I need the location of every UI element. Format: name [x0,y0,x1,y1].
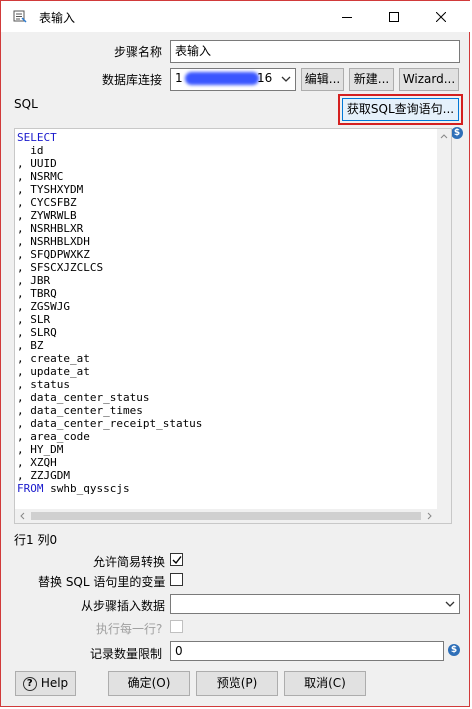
sql-text[interactable]: SELECT id, UUID, NSRMC, TYSHXYDM, CYCSFB… [17,131,202,495]
help-icon: ? [22,676,37,691]
close-button[interactable] [418,1,464,32]
sql-line: id [17,144,44,157]
sql-line: , status [17,378,70,391]
title-bar[interactable]: 表输入 [1,1,471,32]
get-sql-button[interactable]: 获取SQL查询语句... [342,98,459,121]
table-input-icon [13,9,27,23]
chevron-down-icon [445,601,455,607]
sql-line: , data_center_status [17,391,150,404]
insert-from-step-label: 从步骤插入数据 [81,599,166,613]
db-connection-value-end: 16 [257,71,273,85]
sql-line: FROM swhb_qysscjs [17,482,130,495]
sql-line: , ZGSWJG [17,300,70,313]
wizard-button[interactable]: Wizard... [399,68,459,91]
sql-keyword: FROM [17,482,44,495]
step-name-input[interactable]: 表输入 [170,40,460,63]
limit-input[interactable]: 0 [170,641,444,661]
table-input-dialog: 表输入 步骤名称 表输入 数据库连接 1 16 编辑... 新建... Wiza… [0,0,471,707]
sql-line: , SFQDPWXKZ [17,248,90,261]
scroll-right-icon [427,512,432,520]
sql-line: , NSRHBLXR [17,222,84,235]
variable-icon: $ [448,644,460,656]
redacted-mark [185,72,259,85]
db-connection-select[interactable]: 1 16 [170,68,296,91]
sql-line: , TBRQ [17,287,57,300]
help-button[interactable]: ? Help [15,671,76,696]
sql-line: , create_at [17,352,90,365]
preview-button[interactable]: 预览(P) [196,671,278,696]
checkmark-icon [172,556,182,565]
scroll-up-icon [440,134,448,139]
window-title: 表输入 [39,11,76,25]
new-connection-button[interactable]: 新建... [349,68,394,91]
sql-line: , JBR [17,274,51,287]
sql-line: , CYCSFBZ [17,196,77,209]
sql-line: , data_center_times [17,404,143,417]
edit-connection-button[interactable]: 编辑... [301,68,344,91]
chevron-down-icon [281,76,291,82]
close-icon [436,11,446,22]
scroll-corner [437,509,451,523]
db-connection-label: 数据库连接 [102,73,163,87]
maximize-button[interactable] [371,1,417,32]
ok-button[interactable]: 确定(O) [108,671,190,696]
scroll-left-icon [20,512,25,520]
execute-each-row-label: 执行每一行? [96,622,163,636]
sql-label: SQL [14,97,38,111]
sql-keyword: SELECT [17,131,57,144]
sql-line: , NSRHBLXDH [17,235,90,248]
help-label: Help [40,676,69,690]
lazy-conversion-label: 允许简易转换 [93,555,166,569]
execute-each-row-checkbox[interactable] [170,620,183,633]
maximize-icon [389,11,399,22]
sql-line: , SLR [17,313,51,326]
sql-line: , UUID [17,157,57,170]
limit-label: 记录数量限制 [90,647,163,661]
sql-line: , TYSHXYDM [17,183,84,196]
horizontal-scrollbar[interactable] [15,509,437,523]
step-name-label: 步骤名称 [114,45,163,59]
db-connection-value-start: 1 [175,71,183,85]
lazy-conversion-checkbox[interactable] [170,553,183,566]
sql-line: , data_center_receipt_status [17,417,203,430]
horizontal-scroll-thumb[interactable] [31,512,421,520]
minimize-button[interactable] [324,1,370,32]
replace-variables-label: 替换 SQL 语句里的变量 [38,575,166,589]
minimize-icon [342,16,352,18]
sql-line: , area_code [17,430,90,443]
background-edge [1,74,5,88]
replace-variables-checkbox[interactable] [170,573,183,586]
sql-line: , update_at [17,365,90,378]
vertical-scrollbar[interactable] [437,129,451,509]
sql-editor[interactable]: SELECT id, UUID, NSRMC, TYSHXYDM, CYCSFB… [14,128,452,524]
sql-line: SELECT [17,131,202,144]
sql-line: , ZYWRWLB [17,209,77,222]
sql-line: , NSRMC [17,170,64,183]
sql-line: , HY_DM [17,443,64,456]
cursor-position: 行1 列0 [14,533,58,547]
variable-icon: $ [451,127,463,139]
insert-from-step-select[interactable] [170,594,460,614]
sql-line: , SFSCXJZCLCS [17,261,104,274]
sql-line: , SLRQ [17,326,57,339]
sql-line: , XZQH [17,456,57,469]
cancel-button[interactable]: 取消(C) [284,671,366,696]
sql-line: , ZZJGDM [17,469,70,482]
sql-line: , BZ [17,339,44,352]
